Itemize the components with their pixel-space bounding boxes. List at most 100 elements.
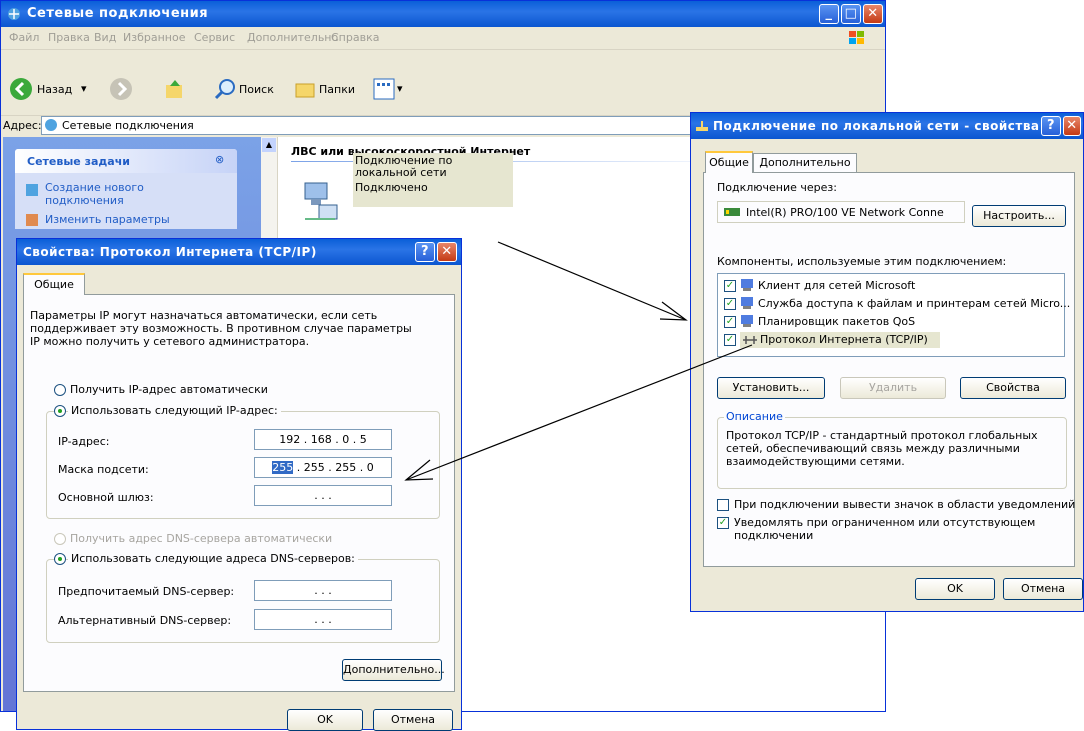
menu-advanced[interactable]: Дополнительно bbox=[247, 31, 338, 44]
lan-connection-status: Подключено bbox=[355, 181, 428, 194]
collapse-icon[interactable]: ⊗ bbox=[215, 153, 224, 166]
advanced-button[interactable]: Дополнительно... bbox=[342, 659, 445, 681]
qos-icon bbox=[741, 315, 753, 327]
change-settings-icon bbox=[26, 214, 38, 226]
tcpip-tab-panel: Параметры IP могут назначаться автоматич… bbox=[23, 294, 455, 692]
tcpip-ok-button[interactable]: OK bbox=[287, 709, 363, 731]
tcpip-dialog-title-bar: Свойства: Протокол Интернета (TCP/IP) ? … bbox=[17, 239, 461, 265]
address-label: Адрес: bbox=[3, 119, 42, 132]
component-checkbox-client[interactable]: ✓ bbox=[724, 280, 736, 292]
tab-general-label: Общие bbox=[709, 156, 749, 169]
auto-ip-radio[interactable] bbox=[54, 384, 66, 396]
tab-advanced[interactable]: Дополнительно bbox=[753, 153, 857, 173]
manual-ip-label[interactable]: Использовать следующий IP-адрес: bbox=[68, 404, 281, 417]
lan-connection-item[interactable]: Подключение по локальной сети Подключено bbox=[289, 153, 519, 231]
tab-general[interactable]: Общие bbox=[705, 151, 753, 173]
description-line-1: Протокол TCP/IP - стандартный протокол г… bbox=[726, 429, 1038, 442]
notify-checkbox[interactable]: ✓ bbox=[717, 517, 729, 529]
description-line-3: взаимодействующими сетями. bbox=[726, 455, 905, 468]
help-button[interactable]: ? bbox=[415, 242, 435, 262]
lan-properties-dialog: Подключение по локальной сети - свойства… bbox=[690, 112, 1084, 612]
lan-connection-name: Подключение по локальной сети bbox=[355, 154, 453, 179]
file-sharing-icon bbox=[741, 297, 753, 309]
scroll-up-button[interactable]: ▲ bbox=[262, 138, 276, 152]
close-button[interactable]: ✕ bbox=[863, 4, 883, 24]
tasks-header[interactable]: Сетевые задачи ⊗ bbox=[15, 149, 237, 173]
views-icon[interactable] bbox=[373, 78, 395, 100]
remove-button-label: Удалить bbox=[868, 381, 918, 394]
auto-ip-label[interactable]: Получить IP-адрес автоматически bbox=[70, 383, 268, 396]
task-change-settings[interactable]: Изменить параметры bbox=[45, 213, 170, 226]
menu-tools[interactable]: Сервис bbox=[194, 31, 235, 44]
install-button[interactable]: Установить... bbox=[717, 377, 825, 399]
lan-ok-button[interactable]: OK bbox=[915, 578, 995, 600]
component-checkbox-tcpip[interactable]: ✓ bbox=[724, 334, 736, 346]
tcpip-cancel-button[interactable]: Отмена bbox=[373, 709, 453, 731]
tasks-panel: Сетевые задачи ⊗ Создание нового подключ… bbox=[15, 149, 237, 229]
help-button[interactable]: ? bbox=[1041, 116, 1061, 136]
back-button-label[interactable]: Назад bbox=[37, 83, 72, 96]
menu-file[interactable]: Файл bbox=[9, 31, 39, 44]
minimize-button[interactable]: _ bbox=[819, 4, 839, 24]
network-icon bbox=[45, 119, 57, 131]
component-file-sharing[interactable]: Служба доступа к файлам и принтерам сете… bbox=[758, 297, 1070, 310]
description-group-label: Описание bbox=[724, 410, 785, 423]
back-arrow-icon[interactable] bbox=[9, 77, 33, 101]
auto-dns-radio[interactable] bbox=[54, 533, 66, 545]
manual-dns-radio[interactable] bbox=[54, 553, 66, 565]
manual-dns-label[interactable]: Использовать следующие адреса DNS-сервер… bbox=[68, 552, 358, 565]
component-checkbox-file-sharing[interactable]: ✓ bbox=[724, 298, 736, 310]
components-list: ✓ Клиент для сетей Microsoft ✓ Служба до… bbox=[717, 273, 1070, 357]
ip-address-field[interactable]: 192 . 168 . 0 . 5 bbox=[254, 429, 392, 450]
alternate-dns-field[interactable]: . . . bbox=[254, 609, 392, 630]
tcpip-cancel-button-label: Отмена bbox=[390, 713, 436, 726]
lan-connection-icon bbox=[304, 182, 338, 220]
menu-view[interactable]: Вид bbox=[94, 31, 116, 44]
lan-connection-icon bbox=[696, 121, 708, 131]
component-client[interactable]: Клиент для сетей Microsoft bbox=[758, 279, 915, 292]
task-new-connection[interactable]: Создание нового подключения bbox=[45, 181, 165, 207]
chevron-down-icon[interactable]: ▾ bbox=[81, 82, 87, 95]
subnet-mask-label: Маска подсети: bbox=[58, 463, 149, 476]
notify-label-1[interactable]: Уведомлять при ограниченном или отсутств… bbox=[734, 516, 1035, 529]
lan-ok-button-label: OK bbox=[947, 582, 963, 595]
windows-logo-icon bbox=[849, 31, 864, 44]
folder-up-icon[interactable] bbox=[164, 77, 186, 101]
ip-description-line-1: Параметры IP могут назначаться автоматич… bbox=[30, 309, 378, 322]
close-button[interactable]: ✕ bbox=[437, 242, 457, 262]
menu-help[interactable]: Справка bbox=[331, 31, 379, 44]
show-icon-label[interactable]: При подключении вывести значок в области… bbox=[734, 498, 1075, 511]
configure-button[interactable]: Настроить... bbox=[972, 205, 1066, 227]
subnet-mask-field[interactable]: 255 . 255 . 255 . 0 bbox=[254, 457, 392, 478]
gateway-field[interactable]: . . . bbox=[254, 485, 392, 506]
tcpip-dialog-title: Свойства: Протокол Интернета (TCP/IP) bbox=[23, 245, 317, 259]
lan-cancel-button[interactable]: Отмена bbox=[1003, 578, 1083, 600]
menu-edit[interactable]: Правка bbox=[48, 31, 90, 44]
close-button[interactable]: ✕ bbox=[1063, 116, 1081, 136]
adapter-name: Intel(R) PRO/100 VE Network Conne bbox=[746, 206, 944, 219]
views-dropdown-icon[interactable]: ▾ bbox=[397, 82, 403, 95]
component-checkbox-qos[interactable]: ✓ bbox=[724, 316, 736, 328]
tab-general[interactable]: Общие bbox=[23, 273, 85, 295]
folders-button-label[interactable]: Папки bbox=[319, 83, 355, 96]
maximize-button[interactable]: □ bbox=[841, 4, 861, 24]
manual-ip-radio[interactable] bbox=[54, 405, 66, 417]
properties-button[interactable]: Свойства bbox=[960, 377, 1066, 399]
component-tcpip[interactable]: Протокол Интернета (TCP/IP) bbox=[760, 333, 928, 346]
subnet-mask-rest: . 255 . 255 . 0 bbox=[296, 461, 374, 474]
remove-button[interactable]: Удалить bbox=[840, 377, 946, 399]
notify-label-2[interactable]: подключении bbox=[734, 529, 813, 542]
adapter-field: Intel(R) PRO/100 VE Network Conne bbox=[717, 201, 965, 223]
tab-general-label: Общие bbox=[34, 278, 74, 291]
menu-favorites[interactable]: Избранное bbox=[123, 31, 185, 44]
search-button-label[interactable]: Поиск bbox=[239, 83, 274, 96]
auto-dns-label[interactable]: Получить адрес DNS-сервера автоматически bbox=[70, 532, 332, 545]
component-qos[interactable]: Планировщик пакетов QoS bbox=[758, 315, 915, 328]
show-icon-checkbox[interactable] bbox=[717, 499, 729, 511]
folders-icon[interactable] bbox=[293, 77, 317, 101]
search-icon[interactable] bbox=[213, 77, 237, 101]
network-adapter-icon bbox=[724, 208, 740, 216]
forward-arrow-icon[interactable] bbox=[109, 77, 133, 101]
preferred-dns-field[interactable]: . . . bbox=[254, 580, 392, 601]
toolbar: Назад ▾ Поиск Папки ▾ bbox=[1, 49, 885, 116]
